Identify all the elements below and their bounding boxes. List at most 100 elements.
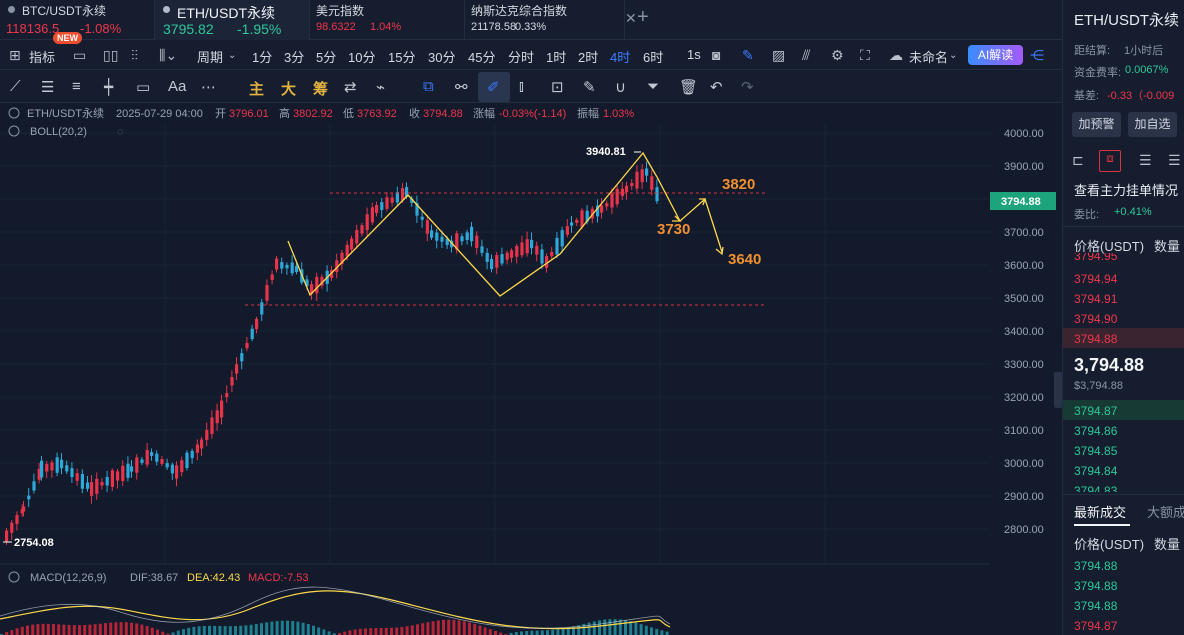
candle-body xyxy=(27,495,31,500)
kline-icon[interactable]: ⫾ xyxy=(519,78,524,95)
macd-bar xyxy=(603,619,607,635)
interval-4h[interactable]: 4时 xyxy=(610,47,630,66)
camera-icon[interactable]: ◙ xyxy=(712,47,720,63)
bid-row[interactable]: 3794.85 xyxy=(1074,444,1117,458)
candle-body xyxy=(225,393,229,398)
add-tab-icon[interactable]: + xyxy=(637,6,649,29)
macd-bar xyxy=(327,631,331,635)
chevron-down-icon[interactable]: ⌄ xyxy=(228,50,236,61)
candle-body xyxy=(540,249,544,264)
chips-button[interactable]: 筹 xyxy=(313,78,328,99)
macd-bar xyxy=(473,623,477,635)
interval-45m[interactable]: 45分 xyxy=(468,47,495,66)
ai-analysis-button[interactable]: AI解读 xyxy=(968,45,1023,65)
cloud-icon[interactable]: ☁ xyxy=(889,47,903,64)
more-icon[interactable]: ⋯ xyxy=(201,78,216,96)
indicators-button[interactable]: 指标 xyxy=(29,47,55,66)
magnet-icon[interactable]: ∪ xyxy=(615,78,626,96)
lock-icon[interactable]: ⊡ xyxy=(551,78,564,96)
interval-1h[interactable]: 1时 xyxy=(546,47,566,66)
chevron-down-icon[interactable]: ⌄ xyxy=(949,50,957,61)
layout-icon[interactable]: ▯▯ xyxy=(103,47,118,64)
bids-icon[interactable]: ☰ xyxy=(1168,152,1181,169)
layout-name-dropdown[interactable]: 未命名 xyxy=(909,47,948,66)
ruler-icon[interactable]: ⫻ xyxy=(802,47,810,64)
fullscreen-icon[interactable]: ⛶ xyxy=(860,47,870,64)
collapse-icon[interactable] xyxy=(8,571,20,583)
indicator-icon[interactable]: ⊞ xyxy=(9,47,21,64)
ask-row[interactable]: 3794.88 xyxy=(1074,332,1117,346)
main-force-button[interactable]: 主 xyxy=(249,78,264,99)
period-dropdown[interactable]: 周期 xyxy=(197,47,223,66)
ask-row[interactable]: 3794.95 xyxy=(1074,253,1117,263)
chart-canvas[interactable]: 3940.81 2754.08 3820 3730 3640 4000.00 39… xyxy=(0,104,1062,635)
link-icon[interactable]: ⚯ xyxy=(455,78,468,96)
horizontal-lines-icon[interactable]: ☰ xyxy=(41,78,54,96)
note-icon[interactable]: ✎ xyxy=(583,78,596,96)
collapse-icon[interactable] xyxy=(8,125,20,137)
interval-6h[interactable]: 6时 xyxy=(643,47,663,66)
bid-row[interactable]: 3794.84 xyxy=(1074,464,1117,478)
swap-icon[interactable]: ⇄ xyxy=(344,78,357,96)
trendline-icon[interactable]: ⟋ xyxy=(10,78,21,95)
interval-10m[interactable]: 10分 xyxy=(348,47,375,66)
tab-eth[interactable]: ETH/USDT永续 3795.82 -1.95% xyxy=(155,0,310,40)
pencil-icon[interactable]: ✎ xyxy=(742,47,754,64)
ask-row[interactable]: 3794.90 xyxy=(1074,312,1117,326)
share-icon[interactable]: ⋲ xyxy=(1030,47,1044,64)
candle-body xyxy=(625,185,629,193)
tab-nasdaq[interactable]: 纳斯达克综合指数 21178.58 0.33% xyxy=(465,0,625,40)
add-watchlist-button[interactable]: 加自选 xyxy=(1128,112,1177,137)
interval-5m[interactable]: 5分 xyxy=(316,47,336,66)
interval-30m[interactable]: 30分 xyxy=(428,47,455,66)
interval-2h[interactable]: 2时 xyxy=(578,47,598,66)
macd-bar xyxy=(213,625,217,635)
interval-3m[interactable]: 3分 xyxy=(284,47,304,66)
trash-icon[interactable]: 🗑 xyxy=(679,78,698,96)
panel-collapse-handle[interactable] xyxy=(1054,372,1062,408)
brush-icon[interactable]: ⌁ xyxy=(376,78,385,96)
candle-body xyxy=(265,284,269,301)
image-icon[interactable]: ▨ xyxy=(772,47,785,64)
rectangle-icon[interactable]: ▭ xyxy=(136,78,150,96)
ohlc-low: 3763.92 xyxy=(357,108,397,120)
bid-row[interactable]: 3794.87 xyxy=(1074,404,1117,418)
trades-price-header: 价格(USDT) xyxy=(1074,537,1145,552)
chat-icon[interactable]: ⊏ xyxy=(1072,152,1084,169)
orderbook-icon[interactable]: ⧈ xyxy=(1099,150,1121,172)
close-icon[interactable]: ✕ xyxy=(625,10,637,27)
macd-bar xyxy=(348,630,352,635)
gear-icon[interactable]: ⚙ xyxy=(831,47,844,64)
macd-bar xyxy=(353,629,357,635)
parallel-channel-icon[interactable]: ≡ xyxy=(72,78,81,95)
list-icon[interactable]: ☰ xyxy=(1139,152,1152,169)
redo-icon[interactable]: ↷ xyxy=(741,78,754,96)
bar-type-icon[interactable]: ⫼⌄ xyxy=(159,47,177,64)
text-tool[interactable]: Aa xyxy=(168,78,186,95)
calendar-icon[interactable]: ▭ xyxy=(73,47,86,64)
candle-type-icon[interactable]: ⫶⫶ xyxy=(131,47,138,64)
collapse-icon[interactable] xyxy=(8,107,20,119)
interval-timeline[interactable]: 分时 xyxy=(508,47,534,66)
macd-bar xyxy=(358,628,362,635)
tab-dxy[interactable]: 美元指数 98.6322 1.04% xyxy=(310,0,465,40)
add-alert-button[interactable]: 加预警 xyxy=(1072,112,1121,137)
bid-row[interactable]: 3794.86 xyxy=(1074,424,1117,438)
cross-line-icon[interactable]: ┿ xyxy=(104,78,113,96)
trades-tab[interactable]: 最新成交 xyxy=(1074,502,1126,521)
interval-1m[interactable]: 1分 xyxy=(252,47,272,66)
pen-draw-icon[interactable]: ✐ xyxy=(487,78,500,96)
undo-icon[interactable]: ↶ xyxy=(710,78,723,96)
eye-icon[interactable]: ◌ xyxy=(117,126,124,138)
copy-icon[interactable]: ⧉ xyxy=(423,78,434,95)
ask-row[interactable]: 3794.91 xyxy=(1074,292,1117,306)
filter-icon[interactable]: ⏷ xyxy=(647,78,659,95)
interval-15m[interactable]: 15分 xyxy=(388,47,415,66)
price-chart[interactable]: 3940.81 2754.08 3820 3730 3640 4000.00 39… xyxy=(0,104,1062,635)
interval-1s[interactable]: 1s xyxy=(687,47,701,62)
bid-row[interactable]: 3794.83 xyxy=(1074,484,1117,492)
orders-title[interactable]: 查看主力挂单情况 xyxy=(1074,180,1178,199)
ask-row[interactable]: 3794.94 xyxy=(1074,272,1117,286)
big-order-button[interactable]: 大 xyxy=(281,78,296,99)
big-trades-tab[interactable]: 大额成 xyxy=(1147,502,1184,521)
